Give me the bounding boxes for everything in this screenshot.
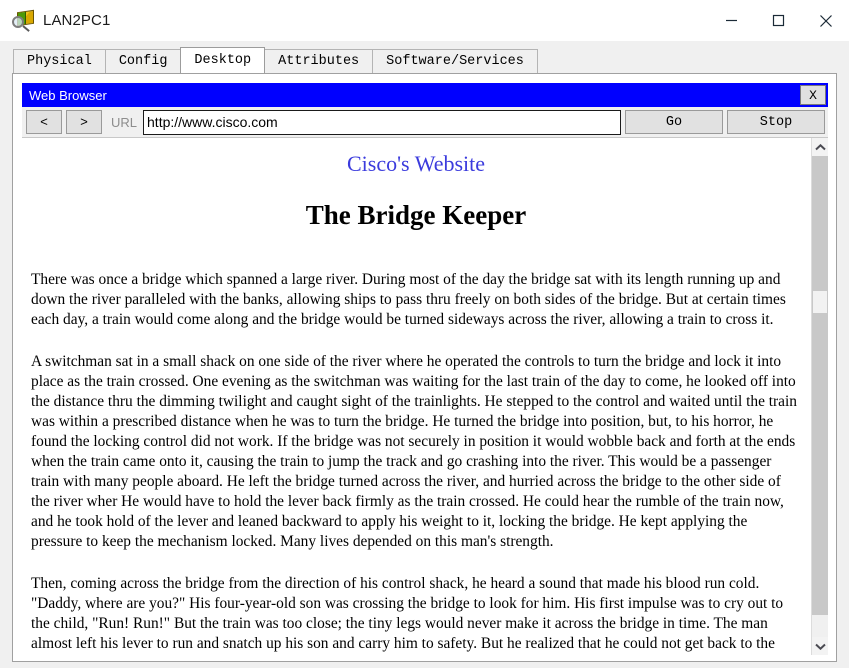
page-heading: The Bridge Keeper: [305, 200, 527, 230]
browser-title-bar: Web Browser X: [22, 83, 828, 107]
tab-desktop[interactable]: Desktop: [180, 47, 266, 73]
page-paragraph: A switchman sat in a small shack on one …: [31, 353, 797, 550]
close-icon[interactable]: [802, 0, 849, 41]
window-title: LAN2PC1: [43, 12, 111, 29]
device-window: LAN2PC1 Physical Config Desktop Attribut…: [0, 0, 849, 668]
tab-attributes[interactable]: Attributes: [264, 49, 374, 73]
site-title-link[interactable]: Cisco's Website: [31, 151, 801, 177]
minimize-icon[interactable]: [708, 0, 755, 41]
stop-button[interactable]: Stop: [727, 110, 825, 134]
browser-body: Cisco's Website The Bridge Keeper There …: [22, 137, 828, 655]
window-controls: [708, 0, 849, 41]
window-title-bar: LAN2PC1: [0, 0, 849, 41]
url-label: URL: [111, 114, 138, 130]
go-button[interactable]: Go: [625, 110, 723, 134]
browser-close-button[interactable]: X: [800, 85, 826, 105]
tab-physical[interactable]: Physical: [13, 49, 106, 73]
browser-title: Web Browser: [29, 87, 107, 103]
chevron-up-icon[interactable]: [812, 138, 828, 156]
page-scrollbar[interactable]: [811, 138, 828, 655]
packet-tracer-icon: [12, 9, 34, 32]
scrollbar-thumb[interactable]: [813, 291, 827, 313]
browser-toolbar: < > URL http://www.cisco.com Go Stop: [22, 107, 828, 137]
back-button[interactable]: <: [26, 110, 62, 134]
page-paragraph: Then, coming across the bridge from the …: [31, 575, 784, 652]
page-paragraph: There was once a bridge which spanned a …: [31, 271, 786, 328]
scrollbar-track[interactable]: [812, 156, 828, 615]
page-viewport: Cisco's Website The Bridge Keeper There …: [22, 138, 811, 655]
chevron-down-icon[interactable]: [812, 637, 828, 655]
forward-button[interactable]: >: [66, 110, 102, 134]
device-tab-strip: Physical Config Desktop Attributes Softw…: [0, 41, 849, 73]
tab-config[interactable]: Config: [104, 49, 182, 73]
page-content: Cisco's Website The Bridge Keeper There …: [31, 151, 801, 655]
maximize-icon[interactable]: [755, 0, 802, 41]
web-browser-window: Web Browser X < > URL http://www.cisco.c…: [22, 83, 828, 655]
tab-software-services[interactable]: Software/Services: [372, 49, 538, 73]
desktop-panel: Web Browser X < > URL http://www.cisco.c…: [12, 73, 837, 662]
url-input[interactable]: http://www.cisco.com: [143, 109, 621, 135]
